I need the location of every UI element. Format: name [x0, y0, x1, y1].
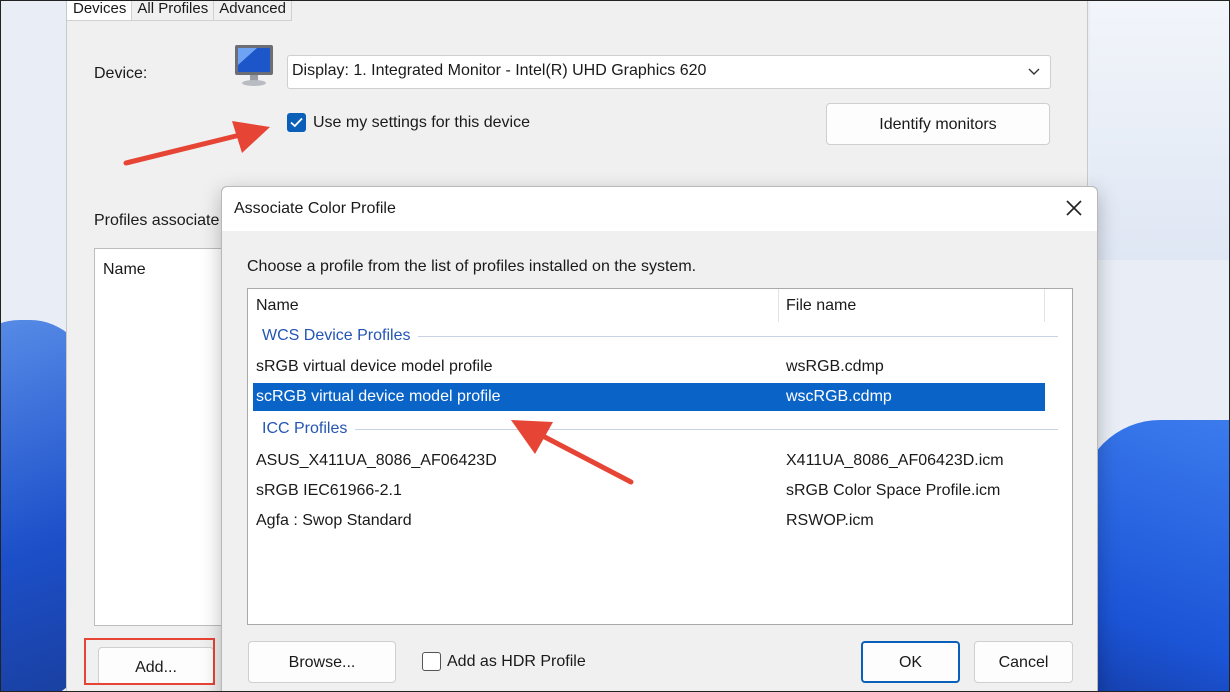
ok-button[interactable]: OK [861, 641, 960, 683]
profile-file: sRGB Color Space Profile.icm [786, 482, 1001, 499]
list-item-selected[interactable]: scRGB virtual device model profile wscRG… [253, 383, 1045, 411]
annotation-highlight-box [84, 638, 215, 685]
profile-name: sRGB virtual device model profile [256, 358, 493, 375]
profile-file: wscRGB.cdmp [786, 388, 892, 405]
cancel-button[interactable]: Cancel [974, 641, 1073, 683]
checkbox-unchecked[interactable] [422, 652, 441, 671]
profile-name: ASUS_X411UA_8086_AF06423D [256, 452, 497, 469]
dialog-title: Associate Color Profile [234, 200, 396, 217]
wallpaper-shape-right [1080, 420, 1230, 692]
chevron-down-icon [1028, 68, 1040, 75]
add-as-hdr-label: Add as HDR Profile [447, 652, 586, 670]
list-item[interactable]: Agfa : Swop Standard RSWOP.icm [253, 507, 1045, 535]
profile-file: wsRGB.cdmp [786, 358, 884, 375]
add-as-hdr-checkbox[interactable]: Add as HDR Profile [422, 652, 586, 671]
list-item[interactable]: ASUS_X411UA_8086_AF06423D X411UA_8086_AF… [253, 447, 1045, 475]
identify-monitors-button[interactable]: Identify monitors [826, 103, 1050, 145]
device-select-value: Display: 1. Integrated Monitor - Intel(R… [292, 62, 707, 79]
use-settings-checkbox[interactable]: Use my settings for this device [287, 113, 530, 132]
wallpaper-shape-top-right [1090, 0, 1230, 260]
tab-bar: Devices All Profiles Advanced [67, 0, 292, 21]
profile-file: RSWOP.icm [786, 512, 874, 529]
profiles-associated-label: Profiles associate [94, 212, 220, 229]
group-header-wcs: WCS Device Profiles [262, 327, 1058, 345]
annotation-arrow-icon [123, 121, 270, 166]
device-label: Device: [94, 65, 148, 82]
close-icon[interactable] [1065, 199, 1083, 217]
dialog-titlebar: Associate Color Profile [222, 187, 1097, 231]
associate-color-profile-dialog: Associate Color Profile Choose a profile… [221, 186, 1098, 692]
group-header-label: WCS Device Profiles [262, 327, 411, 344]
tab-devices[interactable]: Devices [67, 0, 133, 21]
dialog-prompt: Choose a profile from the list of profil… [247, 258, 697, 275]
annotation-arrow-icon [511, 420, 634, 485]
column-header-file-name[interactable]: File name [779, 289, 1045, 322]
list-item[interactable]: sRGB IEC61966-2.1 sRGB Color Space Profi… [253, 477, 1045, 505]
profile-list[interactable]: Name File name WCS Device Profiles sRGB … [247, 288, 1073, 625]
checkbox-checked[interactable] [287, 113, 306, 132]
profile-name: Agfa : Swop Standard [256, 512, 412, 529]
check-icon [290, 117, 303, 128]
tab-advanced[interactable]: Advanced [214, 0, 292, 21]
profile-name: scRGB virtual device model profile [256, 388, 501, 405]
use-settings-label: Use my settings for this device [313, 113, 530, 131]
profiles-list[interactable]: Name [94, 248, 234, 626]
group-header-label: ICC Profiles [262, 420, 348, 437]
group-header-icc: ICC Profiles [262, 420, 1058, 438]
browse-button[interactable]: Browse... [248, 641, 396, 683]
monitor-icon [231, 43, 279, 89]
profile-file: X411UA_8086_AF06423D.icm [786, 452, 1004, 469]
tab-all-profiles[interactable]: All Profiles [132, 0, 215, 21]
column-header-name[interactable]: Name [248, 289, 779, 322]
profiles-list-header: Name [103, 261, 146, 278]
list-item[interactable]: sRGB virtual device model profile wsRGB.… [253, 353, 1045, 381]
device-select[interactable]: Display: 1. Integrated Monitor - Intel(R… [287, 55, 1051, 89]
profile-name: sRGB IEC61966-2.1 [256, 482, 402, 499]
